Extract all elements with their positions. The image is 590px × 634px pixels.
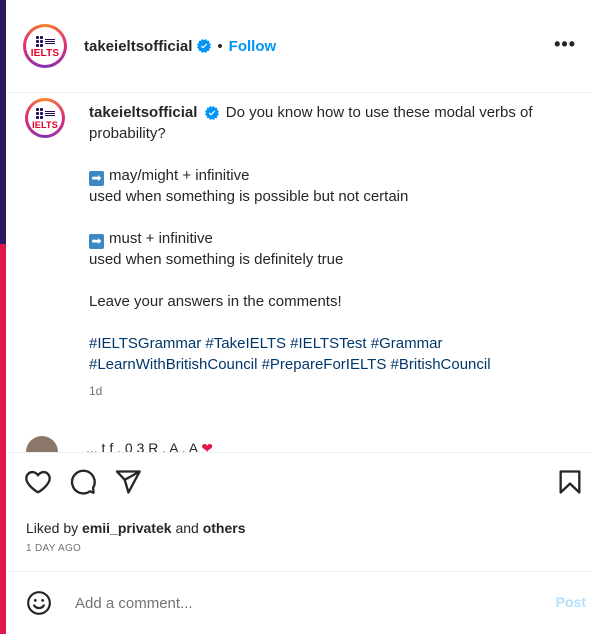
post-button[interactable]: Post xyxy=(556,594,586,610)
british-council-mark xyxy=(35,35,55,47)
caption-point2-title: must + infinitive xyxy=(109,230,213,247)
header-separator: • xyxy=(217,37,223,55)
caption-cta: Leave your answers in the comments! xyxy=(89,293,342,310)
header-username[interactable]: takeieltsofficial xyxy=(84,38,192,55)
emoji-icon[interactable] xyxy=(26,590,52,616)
bookmark-icon[interactable] xyxy=(556,468,584,496)
caption-text: takeieltsofficial Do you know how to use… xyxy=(89,102,572,402)
right-arrow-icon: ➡ xyxy=(89,171,104,186)
divider xyxy=(6,452,590,453)
likes-summary: Liked by emii_privatek and others xyxy=(26,520,246,536)
header-avatar[interactable]: IELTS xyxy=(23,24,67,68)
post-header: IELTS takeieltsofficial • Follow ••• xyxy=(6,0,590,93)
verified-badge-icon xyxy=(197,39,212,53)
action-bar xyxy=(6,462,590,506)
avatar[interactable] xyxy=(26,436,58,452)
comment-preview-text: ... t f . 0 3 R . A . A ❤ xyxy=(86,440,213,452)
caption-username[interactable]: takeieltsofficial xyxy=(89,104,197,121)
right-arrow-icon: ➡ xyxy=(89,234,104,249)
ielts-logo-text: IELTS xyxy=(32,120,58,130)
red-heart-icon: ❤ xyxy=(201,440,213,452)
liked-by-user[interactable]: emii_privatek xyxy=(82,520,172,536)
hashtags-line-2[interactable]: #LearnWithBritishCouncil #PrepareForIELT… xyxy=(89,354,572,375)
ielts-logo-text: IELTS xyxy=(30,47,60,59)
british-council-logo: IELTS xyxy=(26,27,64,65)
caption-point2-desc: used when something is definitely true xyxy=(89,251,344,268)
british-council-logo: IELTS xyxy=(28,101,62,135)
caption-point1-desc: used when something is possible but not … xyxy=(89,188,409,205)
post-time[interactable]: 1d xyxy=(89,381,572,402)
comment-input[interactable] xyxy=(75,592,515,614)
comment-peek: ... t f . 0 3 R . A . A ❤ xyxy=(26,436,246,452)
hashtags-line-1[interactable]: #IELTSGrammar #TakeIELTS #IELTSTest #Gra… xyxy=(89,333,572,354)
paper-plane-icon[interactable] xyxy=(114,468,142,496)
verified-badge-icon xyxy=(204,106,219,121)
more-options-icon[interactable]: ••• xyxy=(554,34,576,55)
follow-button[interactable]: Follow xyxy=(229,38,277,55)
heart-outline-icon[interactable] xyxy=(24,468,52,496)
post-date: 1 DAY AGO xyxy=(26,543,82,554)
comment-bubble-icon[interactable] xyxy=(69,468,97,496)
caption-section: IELTS takeieltsofficial Do you know how … xyxy=(6,92,590,452)
add-comment-row: Post xyxy=(6,572,590,634)
caption-point1-title: may/might + infinitive xyxy=(109,167,250,184)
caption-avatar[interactable]: IELTS xyxy=(25,98,65,138)
liked-by-others[interactable]: others xyxy=(203,520,246,536)
